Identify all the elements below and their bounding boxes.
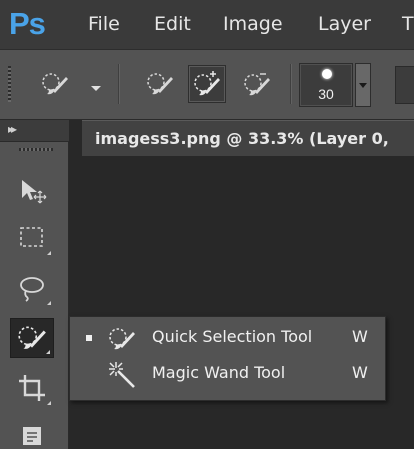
crop-icon [19, 375, 45, 401]
eyedropper-tool[interactable] [10, 416, 54, 449]
quick-selection-icon [109, 328, 135, 350]
brush-picker[interactable]: 30 [299, 63, 353, 107]
menu-edit[interactable]: Edit [154, 13, 191, 35]
subtract-from-selection-button[interactable] [238, 65, 276, 103]
selected-bullet-icon [86, 335, 92, 341]
subtract-from-selection-icon [244, 73, 270, 96]
brush-size-value: 30 [318, 86, 334, 102]
flyout-item-quick-selection-tool[interactable]: Quick Selection Tool W [70, 321, 385, 357]
menu-file[interactable]: File [88, 13, 120, 35]
more-tools-indicator [47, 401, 51, 405]
quick-selection-tool[interactable] [10, 318, 54, 358]
canvas-area[interactable] [70, 156, 414, 449]
flyout-item-shortcut: W [352, 327, 368, 346]
eyedropper-icon [23, 427, 41, 445]
menu-type[interactable]: T [402, 13, 414, 35]
quick-selection-icon [18, 326, 46, 349]
divider [118, 64, 119, 104]
flyout-item-shortcut: W [352, 363, 368, 382]
rectangular-marquee-icon [20, 227, 43, 247]
tool-flyout-menu: Quick Selection Tool W Magic Wand Tool W [69, 316, 386, 401]
crop-tool[interactable] [10, 368, 54, 408]
toolbox-grip[interactable] [19, 148, 53, 151]
photoshop-logo: Ps [9, 6, 46, 41]
quick-selection-icon [42, 73, 68, 95]
tool-preset-dropdown-icon[interactable] [91, 86, 101, 91]
lasso-tool[interactable] [10, 268, 54, 308]
lasso-icon [20, 277, 44, 302]
menu-layer[interactable]: Layer [318, 13, 371, 35]
sample-all-layers-button[interactable] [395, 66, 414, 104]
tool-preset-picker[interactable] [36, 65, 74, 103]
new-selection-icon [147, 73, 173, 95]
toolbox: ▸▸ [0, 120, 69, 449]
flyout-item-label: Quick Selection Tool [152, 327, 313, 346]
menu-bar: Ps File Edit Image Layer T [0, 0, 414, 49]
document-tab-title: imagess3.png @ 33.3% (Layer 0, [95, 129, 389, 148]
options-bar-grip[interactable] [8, 66, 11, 102]
menu-image[interactable]: Image [223, 13, 283, 35]
magic-wand-icon [109, 362, 135, 388]
divider [290, 64, 291, 104]
flyout-item-magic-wand-tool[interactable]: Magic Wand Tool W [70, 357, 385, 393]
move-tool[interactable] [10, 170, 54, 210]
brush-picker-dropdown[interactable] [355, 63, 371, 107]
rectangular-marquee-tool[interactable] [10, 218, 54, 258]
brush-tip-icon [322, 69, 332, 79]
new-selection-button[interactable] [141, 65, 179, 103]
collapse-panel-icon[interactable]: ▸▸ [8, 122, 17, 136]
more-tools-indicator [46, 350, 50, 354]
more-tools-indicator [47, 301, 51, 305]
add-to-selection-icon [194, 71, 220, 96]
flyout-item-label: Magic Wand Tool [152, 363, 286, 382]
document-tab[interactable]: imagess3.png @ 33.3% (Layer 0, [82, 120, 414, 156]
toolbox-header[interactable]: ▸▸ [0, 120, 69, 142]
add-to-selection-button[interactable] [188, 65, 226, 103]
move-tool-icon [22, 180, 47, 204]
more-tools-indicator [47, 251, 51, 255]
options-bar: 30 [0, 49, 414, 120]
